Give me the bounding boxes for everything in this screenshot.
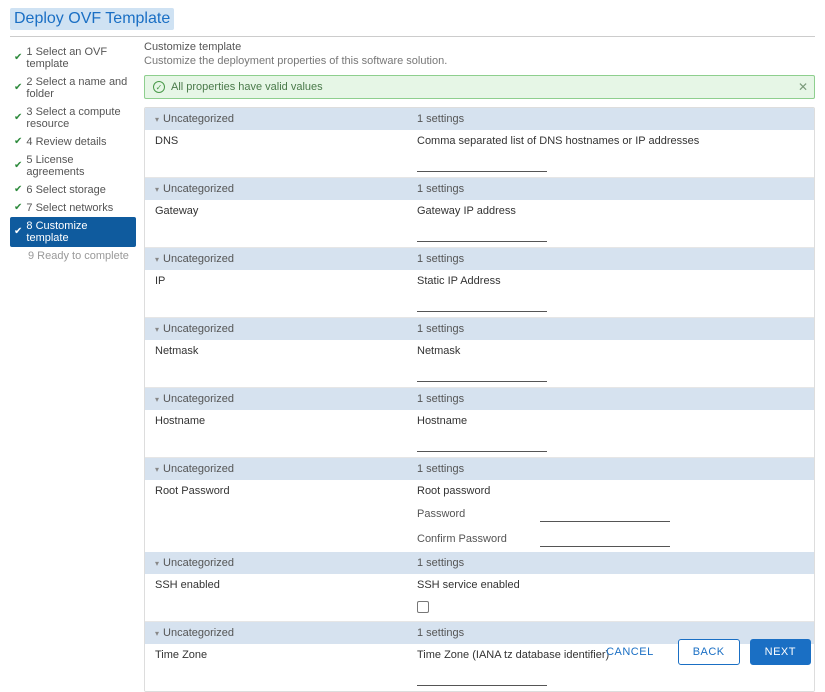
netmask-desc: Netmask xyxy=(407,340,814,362)
rootpwd-desc: Root password xyxy=(407,480,814,502)
step-label: 7 Select networks xyxy=(26,202,113,214)
check-icon: ✔ xyxy=(14,137,22,147)
content-pane: Customize template Customize the deploym… xyxy=(144,41,815,692)
gateway-desc: Gateway IP address xyxy=(407,200,814,222)
password-input[interactable] xyxy=(540,507,670,522)
ip-desc: Static IP Address xyxy=(407,270,814,292)
check-icon: ✔ xyxy=(14,113,22,123)
step-4[interactable]: ✔ 4 Review details xyxy=(10,133,136,151)
chevron-down-icon: ▾ xyxy=(155,629,159,638)
group-header-ssh[interactable]: ▾Uncategorized 1 settings xyxy=(145,552,814,574)
chevron-down-icon: ▾ xyxy=(155,185,159,194)
validation-banner: ✓ All properties have valid values ✕ xyxy=(144,75,815,99)
group-header-ip[interactable]: ▾Uncategorized 1 settings xyxy=(145,247,814,270)
chevron-down-icon: ▾ xyxy=(155,559,159,568)
chevron-down-icon: ▾ xyxy=(155,255,159,264)
page-title: Deploy OVF Template xyxy=(10,8,174,30)
chevron-down-icon: ▾ xyxy=(155,325,159,334)
gateway-label: Gateway xyxy=(145,200,407,222)
step-label: 3 Select a compute resource xyxy=(26,106,132,130)
tz-label: Time Zone xyxy=(145,644,407,666)
group-header-gateway[interactable]: ▾Uncategorized 1 settings xyxy=(145,177,814,200)
check-icon: ✔ xyxy=(14,227,22,237)
divider xyxy=(10,36,815,37)
step-9: 9 Ready to complete xyxy=(10,247,136,265)
tz-input[interactable] xyxy=(417,671,547,686)
ssh-checkbox[interactable] xyxy=(417,601,429,613)
netmask-label: Netmask xyxy=(145,340,407,362)
step-label: 1 Select an OVF template xyxy=(26,46,132,70)
step-7[interactable]: ✔ 7 Select networks xyxy=(10,199,136,217)
step-label: 9 Ready to complete xyxy=(28,250,129,262)
check-icon: ✔ xyxy=(14,185,22,195)
dns-label: DNS xyxy=(145,130,407,152)
group-header-dns[interactable]: ▾Uncategorized 1 settings xyxy=(145,108,814,130)
group-header-rootpwd[interactable]: ▾Uncategorized 1 settings xyxy=(145,457,814,480)
ip-input[interactable] xyxy=(417,297,547,312)
check-icon: ✔ xyxy=(14,203,22,213)
check-icon: ✔ xyxy=(14,83,22,93)
netmask-input[interactable] xyxy=(417,367,547,382)
cancel-button[interactable]: CANCEL xyxy=(592,640,668,664)
ip-label: IP xyxy=(145,270,407,292)
chevron-down-icon: ▾ xyxy=(155,465,159,474)
hostname-desc: Hostname xyxy=(407,410,814,432)
ssh-desc: SSH service enabled xyxy=(407,574,814,596)
success-icon: ✓ xyxy=(153,81,165,93)
dns-input[interactable] xyxy=(417,157,547,172)
rootpwd-label: Root Password xyxy=(145,480,407,502)
chevron-down-icon: ▾ xyxy=(155,395,159,404)
step-label: 6 Select storage xyxy=(26,184,106,196)
hostname-input[interactable] xyxy=(417,437,547,452)
step-label: 8 Customize template xyxy=(26,220,132,244)
group-header-hostname[interactable]: ▾Uncategorized 1 settings xyxy=(145,387,814,410)
step-8[interactable]: ✔ 8 Customize template xyxy=(10,217,136,247)
confirm-password-input[interactable] xyxy=(540,532,670,547)
next-button[interactable]: NEXT xyxy=(750,639,811,665)
chevron-down-icon: ▾ xyxy=(155,115,159,124)
content-title: Customize template xyxy=(144,41,815,53)
properties-panel: ▾Uncategorized 1 settings DNS Comma sepa… xyxy=(144,107,815,692)
step-3[interactable]: ✔ 3 Select a compute resource xyxy=(10,103,136,133)
step-1[interactable]: ✔ 1 Select an OVF template xyxy=(10,43,136,73)
wizard-steps: ✔ 1 Select an OVF template ✔ 2 Select a na… xyxy=(10,41,136,692)
validation-text: All properties have valid values xyxy=(171,81,323,93)
step-5[interactable]: ✔ 5 License agreements xyxy=(10,151,136,181)
step-label: 5 License agreements xyxy=(26,154,132,178)
step-label: 2 Select a name and folder xyxy=(26,76,132,100)
step-2[interactable]: ✔ 2 Select a name and folder xyxy=(10,73,136,103)
confirm-password-label: Confirm Password xyxy=(417,533,537,545)
password-label: Password xyxy=(417,508,537,520)
footer: CANCEL BACK NEXT xyxy=(592,639,811,665)
step-label: 4 Review details xyxy=(26,136,106,148)
check-icon: ✔ xyxy=(14,53,22,63)
gateway-input[interactable] xyxy=(417,227,547,242)
check-icon: ✔ xyxy=(14,161,22,171)
ssh-label: SSH enabled xyxy=(145,574,407,596)
content-subtitle: Customize the deployment properties of t… xyxy=(144,55,815,67)
hostname-label: Hostname xyxy=(145,410,407,432)
step-6[interactable]: ✔ 6 Select storage xyxy=(10,181,136,199)
back-button[interactable]: BACK xyxy=(678,639,740,665)
close-icon[interactable]: ✕ xyxy=(798,80,808,94)
dns-desc: Comma separated list of DNS hostnames or… xyxy=(407,130,814,152)
group-header-netmask[interactable]: ▾Uncategorized 1 settings xyxy=(145,317,814,340)
